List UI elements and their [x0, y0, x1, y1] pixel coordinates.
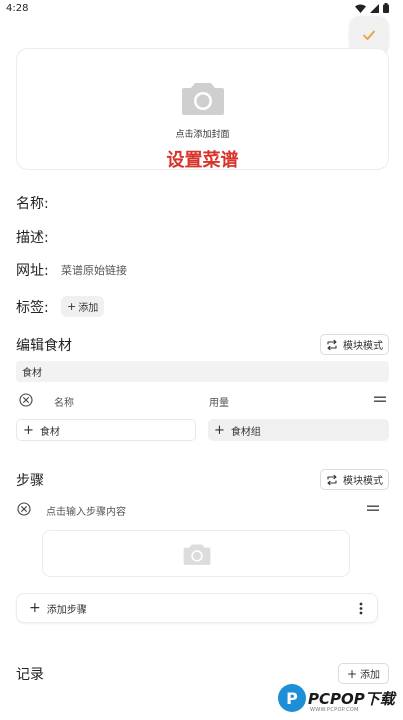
drag-handle-icon[interactable]: [367, 505, 379, 512]
add-ingredient-label: 食材: [39, 426, 60, 438]
status-bar: 4:28: [0, 0, 403, 18]
steps-title: 步骤: [16, 473, 44, 489]
steps-mode-label: 模块模式: [343, 476, 383, 487]
wifi-icon: [355, 4, 366, 13]
battery-icon: [383, 3, 389, 13]
step-row: 点击输入步骤内容: [16, 499, 389, 519]
step-image-picker[interactable]: [42, 530, 350, 577]
step-content-input[interactable]: 点击输入步骤内容: [46, 503, 126, 518]
ingredients-title: 编辑食材: [16, 338, 72, 354]
add-tag-button[interactable]: + 添加: [61, 296, 105, 317]
watermark-brand: PCPOP下载: [308, 690, 395, 708]
drag-handle-icon[interactable]: [374, 396, 386, 403]
remove-circle-icon[interactable]: [19, 393, 33, 407]
watermark-url: WWW.PCPOP.COM: [310, 707, 359, 713]
ingredient-amount-input[interactable]: 用量: [209, 394, 229, 409]
swap-icon: [327, 474, 337, 485]
status-icons: [355, 3, 389, 13]
add-ingredient-button[interactable]: + 食材: [16, 419, 196, 441]
recipe-title[interactable]: 设置菜谱: [17, 146, 388, 172]
plus-icon: +: [29, 600, 41, 616]
cover-card[interactable]: 点击添加封面 设置菜谱: [16, 48, 389, 172]
cover-hint: 点击添加封面: [175, 130, 230, 140]
watermark-logo-mark: P: [278, 684, 306, 712]
more-vertical-icon[interactable]: [359, 602, 363, 615]
ingredients-mode-label: 模块模式: [343, 341, 383, 352]
status-time: 4:28: [6, 3, 29, 14]
signal-icon: [370, 3, 379, 13]
add-record-label: 添加: [360, 670, 381, 681]
url-input[interactable]: 菜谱原始链接: [61, 262, 127, 278]
ingredient-row: 名称 用量: [16, 390, 389, 410]
plus-icon: +: [346, 666, 358, 681]
camera-icon: [182, 83, 224, 115]
steps-mode-button[interactable]: 模块模式: [320, 469, 389, 490]
add-step-label: 添加步骤: [46, 604, 87, 616]
name-label: 名称:: [16, 196, 49, 212]
add-ingredient-group-button[interactable]: + 食材组: [208, 419, 389, 441]
add-tag-label: 添加: [78, 303, 99, 314]
swap-icon: [327, 339, 337, 350]
remove-circle-icon[interactable]: [17, 502, 31, 516]
ingredient-group-name: 食材: [22, 368, 42, 379]
ingredients-mode-button[interactable]: 模块模式: [320, 334, 389, 355]
plus-icon: +: [214, 422, 225, 438]
tags-label: 标签:: [16, 300, 49, 316]
camera-icon: [183, 544, 211, 565]
check-icon: [363, 30, 375, 40]
add-record-button[interactable]: + 添加: [338, 663, 389, 684]
plus-icon: +: [23, 422, 34, 438]
url-label: 网址:: [16, 263, 49, 279]
add-ingredient-group-label: 食材组: [230, 426, 261, 438]
records-title: 记录: [16, 667, 44, 683]
ingredient-name-input[interactable]: 名称: [54, 394, 74, 409]
plus-icon: +: [67, 300, 77, 313]
watermark-logo: P PCPOP下载 WWW.PCPOP.COM: [278, 684, 398, 718]
add-step-button[interactable]: + 添加步骤: [16, 593, 378, 623]
ingredient-group-header[interactable]: 食材: [16, 361, 389, 382]
description-label: 描述:: [16, 230, 49, 246]
